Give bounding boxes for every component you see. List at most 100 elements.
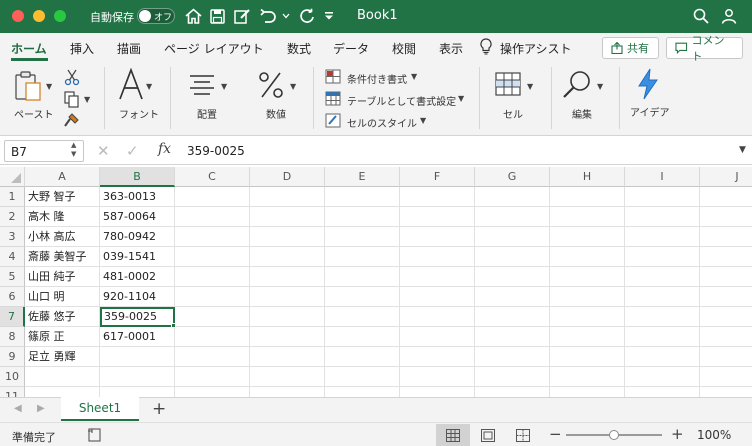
grid-cell[interactable] bbox=[250, 187, 325, 207]
fill-handle[interactable] bbox=[171, 323, 176, 328]
grid-cell[interactable] bbox=[250, 387, 325, 397]
grid-cell[interactable] bbox=[400, 387, 475, 397]
account-icon[interactable] bbox=[720, 7, 738, 25]
share-button[interactable]: 共有 bbox=[602, 37, 659, 59]
editing-button[interactable] bbox=[562, 69, 592, 102]
conditional-format-icon[interactable] bbox=[325, 69, 341, 87]
add-sheet-button[interactable]: + bbox=[152, 399, 166, 419]
expand-formula-bar-icon[interactable]: ▼ bbox=[739, 145, 746, 155]
grid-cell[interactable] bbox=[175, 307, 250, 327]
undo-dropdown-icon[interactable] bbox=[280, 7, 292, 25]
grid-cell[interactable]: 780-0942 bbox=[100, 227, 175, 247]
comments-button[interactable]: コメント bbox=[666, 34, 743, 63]
grid-cell[interactable] bbox=[250, 327, 325, 347]
column-header[interactable]: G bbox=[475, 167, 550, 187]
cut-icon[interactable] bbox=[64, 69, 80, 89]
grid-cell[interactable] bbox=[325, 227, 400, 247]
column-header[interactable]: C bbox=[175, 167, 250, 187]
grid-cell[interactable] bbox=[250, 307, 325, 327]
grid-cell[interactable] bbox=[400, 207, 475, 227]
grid-cell[interactable]: 山田 純子 bbox=[25, 267, 100, 287]
grid-cell[interactable] bbox=[625, 247, 700, 267]
number-format-button[interactable] bbox=[257, 70, 285, 103]
column-header[interactable]: D bbox=[250, 167, 325, 187]
grid-cell[interactable] bbox=[325, 347, 400, 367]
column-header[interactable]: H bbox=[550, 167, 625, 187]
grid-cell[interactable] bbox=[175, 327, 250, 347]
grid-cell[interactable] bbox=[550, 367, 625, 387]
number-dropdown-icon[interactable]: ▼ bbox=[290, 82, 296, 91]
copy-dropdown-icon[interactable]: ▼ bbox=[84, 95, 90, 104]
grid-cell[interactable] bbox=[700, 307, 752, 327]
row-header[interactable]: 5 bbox=[0, 267, 25, 287]
grid-cell[interactable] bbox=[400, 327, 475, 347]
grid-cell[interactable]: 大野 智子 bbox=[25, 187, 100, 207]
normal-view-button[interactable] bbox=[436, 424, 470, 446]
grid-cell[interactable] bbox=[550, 347, 625, 367]
tab-page-layout[interactable]: ページ レイアウト bbox=[164, 40, 264, 57]
tab-draw[interactable]: 描画 bbox=[117, 40, 141, 57]
grid-cell[interactable] bbox=[550, 287, 625, 307]
row-header[interactable]: 10 bbox=[0, 367, 25, 387]
grid-cell[interactable] bbox=[400, 267, 475, 287]
name-box-stepper-icon[interactable]: ▲ ▼ bbox=[71, 141, 76, 159]
row-header[interactable]: 8 bbox=[0, 327, 25, 347]
tab-home[interactable]: ホーム bbox=[11, 40, 47, 57]
grid-cell[interactable]: 481-0002 bbox=[100, 267, 175, 287]
paste-dropdown-icon[interactable]: ▼ bbox=[46, 82, 52, 91]
grid-cell[interactable] bbox=[175, 227, 250, 247]
zoom-out-icon[interactable]: − bbox=[549, 425, 562, 443]
grid-cell[interactable]: 587-0064 bbox=[100, 207, 175, 227]
grid-cell[interactable] bbox=[475, 347, 550, 367]
grid-cell[interactable] bbox=[550, 247, 625, 267]
grid-cell[interactable] bbox=[25, 387, 100, 397]
grid-cell[interactable] bbox=[175, 367, 250, 387]
insert-function-button[interactable]: fx bbox=[158, 141, 171, 157]
undo-icon[interactable] bbox=[259, 7, 277, 25]
cells-dropdown-icon[interactable]: ▼ bbox=[527, 82, 533, 91]
column-header[interactable]: J bbox=[700, 167, 752, 187]
column-header[interactable]: A bbox=[25, 167, 100, 187]
select-all-corner[interactable] bbox=[0, 167, 25, 187]
grid-cell[interactable] bbox=[700, 287, 752, 307]
cell-style-dropdown-icon[interactable]: ▼ bbox=[420, 116, 426, 125]
row-header[interactable]: 2 bbox=[0, 207, 25, 227]
grid-cell[interactable] bbox=[400, 247, 475, 267]
formula-input[interactable]: 359-0025 bbox=[187, 144, 245, 158]
row-header[interactable]: 6 bbox=[0, 287, 25, 307]
grid-cell[interactable] bbox=[700, 347, 752, 367]
macro-recording-icon[interactable] bbox=[87, 427, 103, 445]
grid-cell[interactable] bbox=[175, 207, 250, 227]
alignment-button[interactable] bbox=[188, 74, 216, 101]
grid-cell[interactable] bbox=[700, 187, 752, 207]
grid-cell[interactable] bbox=[325, 367, 400, 387]
grid-cell[interactable] bbox=[625, 187, 700, 207]
tab-view[interactable]: 表示 bbox=[439, 40, 463, 57]
grid-cell[interactable] bbox=[475, 367, 550, 387]
close-window-button[interactable] bbox=[12, 10, 24, 22]
grid-cell[interactable] bbox=[325, 327, 400, 347]
grid-cell[interactable] bbox=[625, 327, 700, 347]
customize-toolbar-icon[interactable] bbox=[322, 7, 336, 25]
grid-cell[interactable]: 920-1104 bbox=[100, 287, 175, 307]
grid-cell[interactable]: 小林 高広 bbox=[25, 227, 100, 247]
conditional-format-label[interactable]: 条件付き書式 bbox=[347, 71, 407, 86]
table-format-icon[interactable] bbox=[325, 91, 341, 109]
grid-cell[interactable] bbox=[625, 367, 700, 387]
grid-cell[interactable] bbox=[625, 387, 700, 397]
cell-style-icon[interactable] bbox=[325, 113, 341, 131]
copy-icon[interactable] bbox=[64, 91, 80, 111]
grid-cell[interactable] bbox=[325, 387, 400, 397]
grid-cell[interactable] bbox=[550, 307, 625, 327]
grid-cell[interactable] bbox=[250, 227, 325, 247]
grid-cell[interactable] bbox=[700, 387, 752, 397]
autosave-toggle[interactable]: オフ bbox=[137, 8, 175, 24]
editing-dropdown-icon[interactable]: ▼ bbox=[597, 82, 603, 91]
grid-cell[interactable] bbox=[625, 227, 700, 247]
sheet-tab-sheet1[interactable]: Sheet1 bbox=[61, 397, 139, 421]
column-header[interactable]: I bbox=[625, 167, 700, 187]
column-header[interactable]: F bbox=[400, 167, 475, 187]
grid-cell[interactable] bbox=[475, 247, 550, 267]
cancel-icon[interactable]: ✕ bbox=[97, 142, 110, 160]
row-header[interactable]: 9 bbox=[0, 347, 25, 367]
